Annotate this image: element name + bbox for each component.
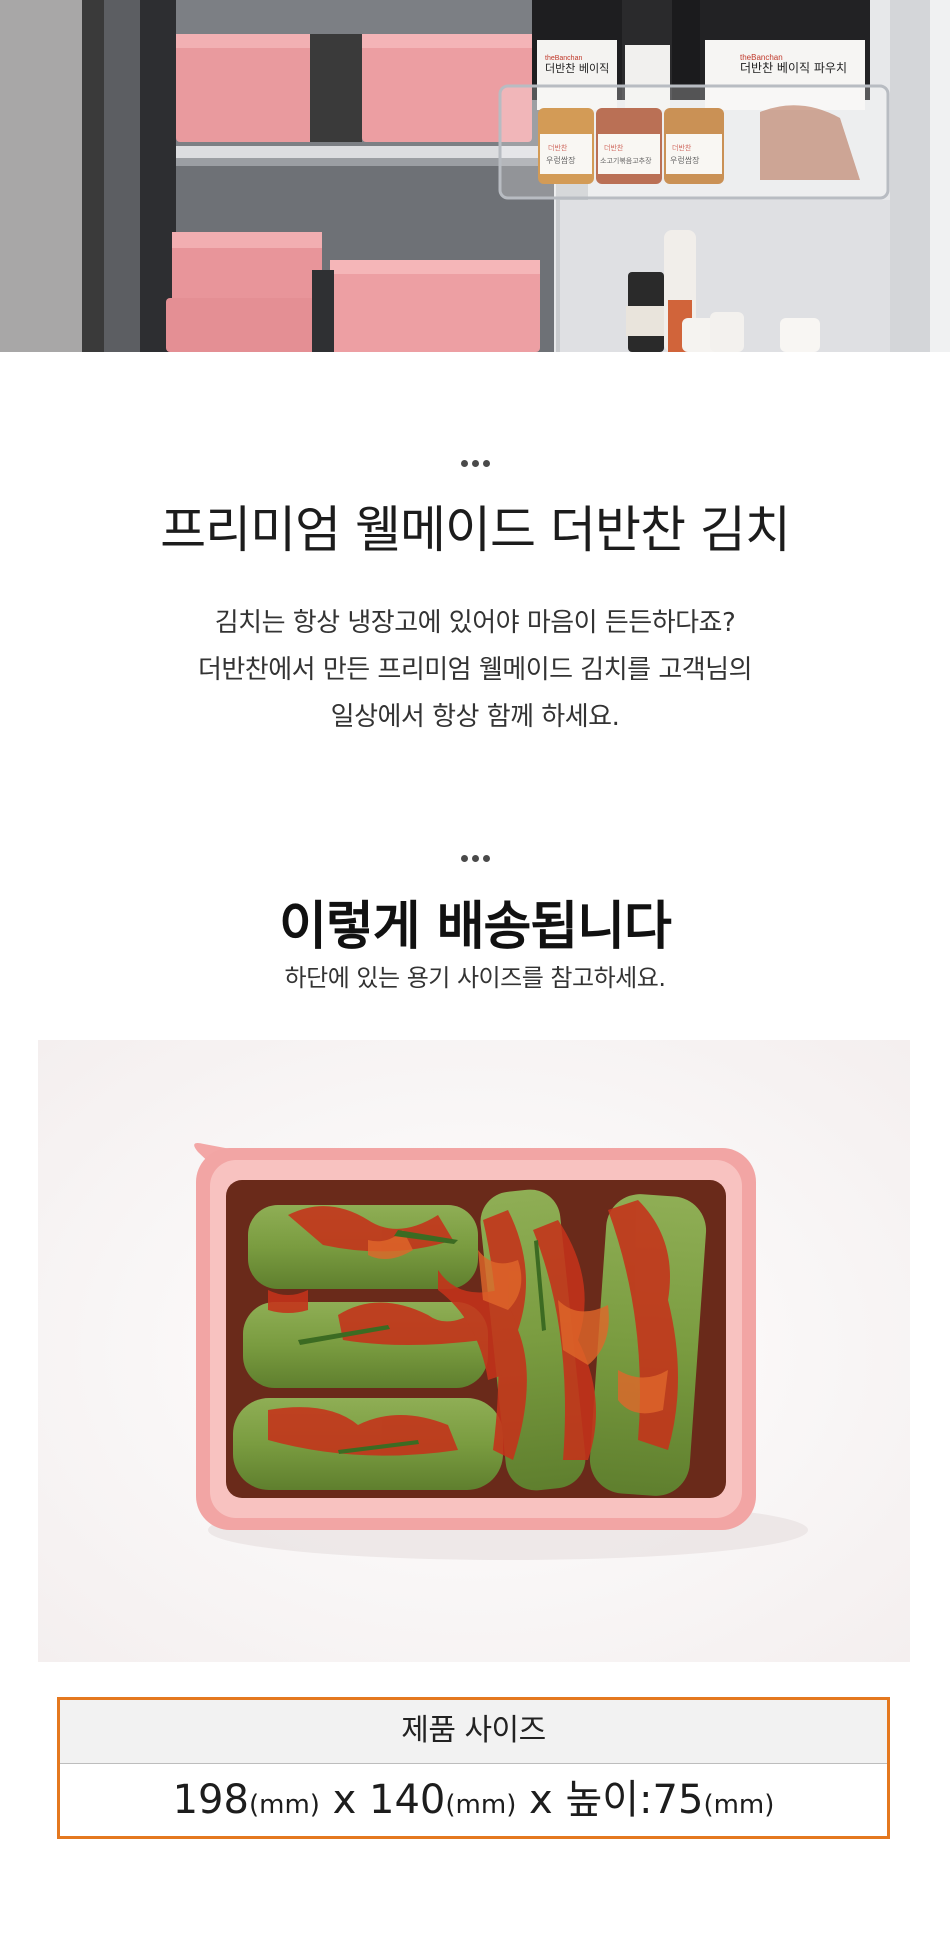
size-depth-value: 140 [369,1777,446,1823]
intro-line: 김치는 항상 냉장고에 있어야 마음이 든든하다죠? [214,608,736,638]
size-separator: x [319,1777,370,1823]
section-dots-decoration [0,450,950,472]
size-depth-unit: (mm) [445,1790,517,1820]
size-height-value: 75 [652,1777,704,1823]
intro-line: 일상에서 항상 함께 하세요. [330,702,620,732]
size-width-value: 198 [172,1777,249,1823]
delivery-title: 이렇게 배송됩니다 [279,897,672,957]
section-dots-decoration [0,845,950,867]
svg-text:더반찬 베이직: 더반찬 베이직 [545,61,609,75]
size-height-label: 높이: [565,1777,653,1823]
svg-text:theBanchan: theBanchan [545,55,582,62]
svg-text:더반찬 베이직 파우치: 더반찬 베이직 파우치 [740,60,847,75]
intro-description: 김치는 항상 냉장고에 있어야 마음이 든든하다죠? 더반찬에서 만든 프리미엄… [0,600,950,741]
size-separator: x [516,1777,566,1823]
intro-line: 더반찬에서 만든 프리미엄 웰메이드 김치를 고객님의 [197,655,753,685]
kimchi-container-photo [38,1040,910,1662]
size-table-header: 제품 사이즈 [60,1700,887,1764]
size-table-value: 198(mm) x 140(mm) x 높이:75(mm) [60,1764,887,1836]
hero-fridge-photo: theBanchan 더반찬 베이직 파우치 theBanchan 더반찬 베이… [0,0,950,352]
delivery-subtitle: 하단에 있는 용기 사이즈를 참고하세요. [284,964,666,992]
size-width-unit: (mm) [248,1790,320,1820]
product-size-table: 제품 사이즈 198(mm) x 140(mm) x 높이:75(mm) [57,1697,890,1839]
intro-title: 프리미엄 웰메이드 더반찬 김치 [160,501,791,559]
size-height-unit: (mm) [703,1790,775,1820]
